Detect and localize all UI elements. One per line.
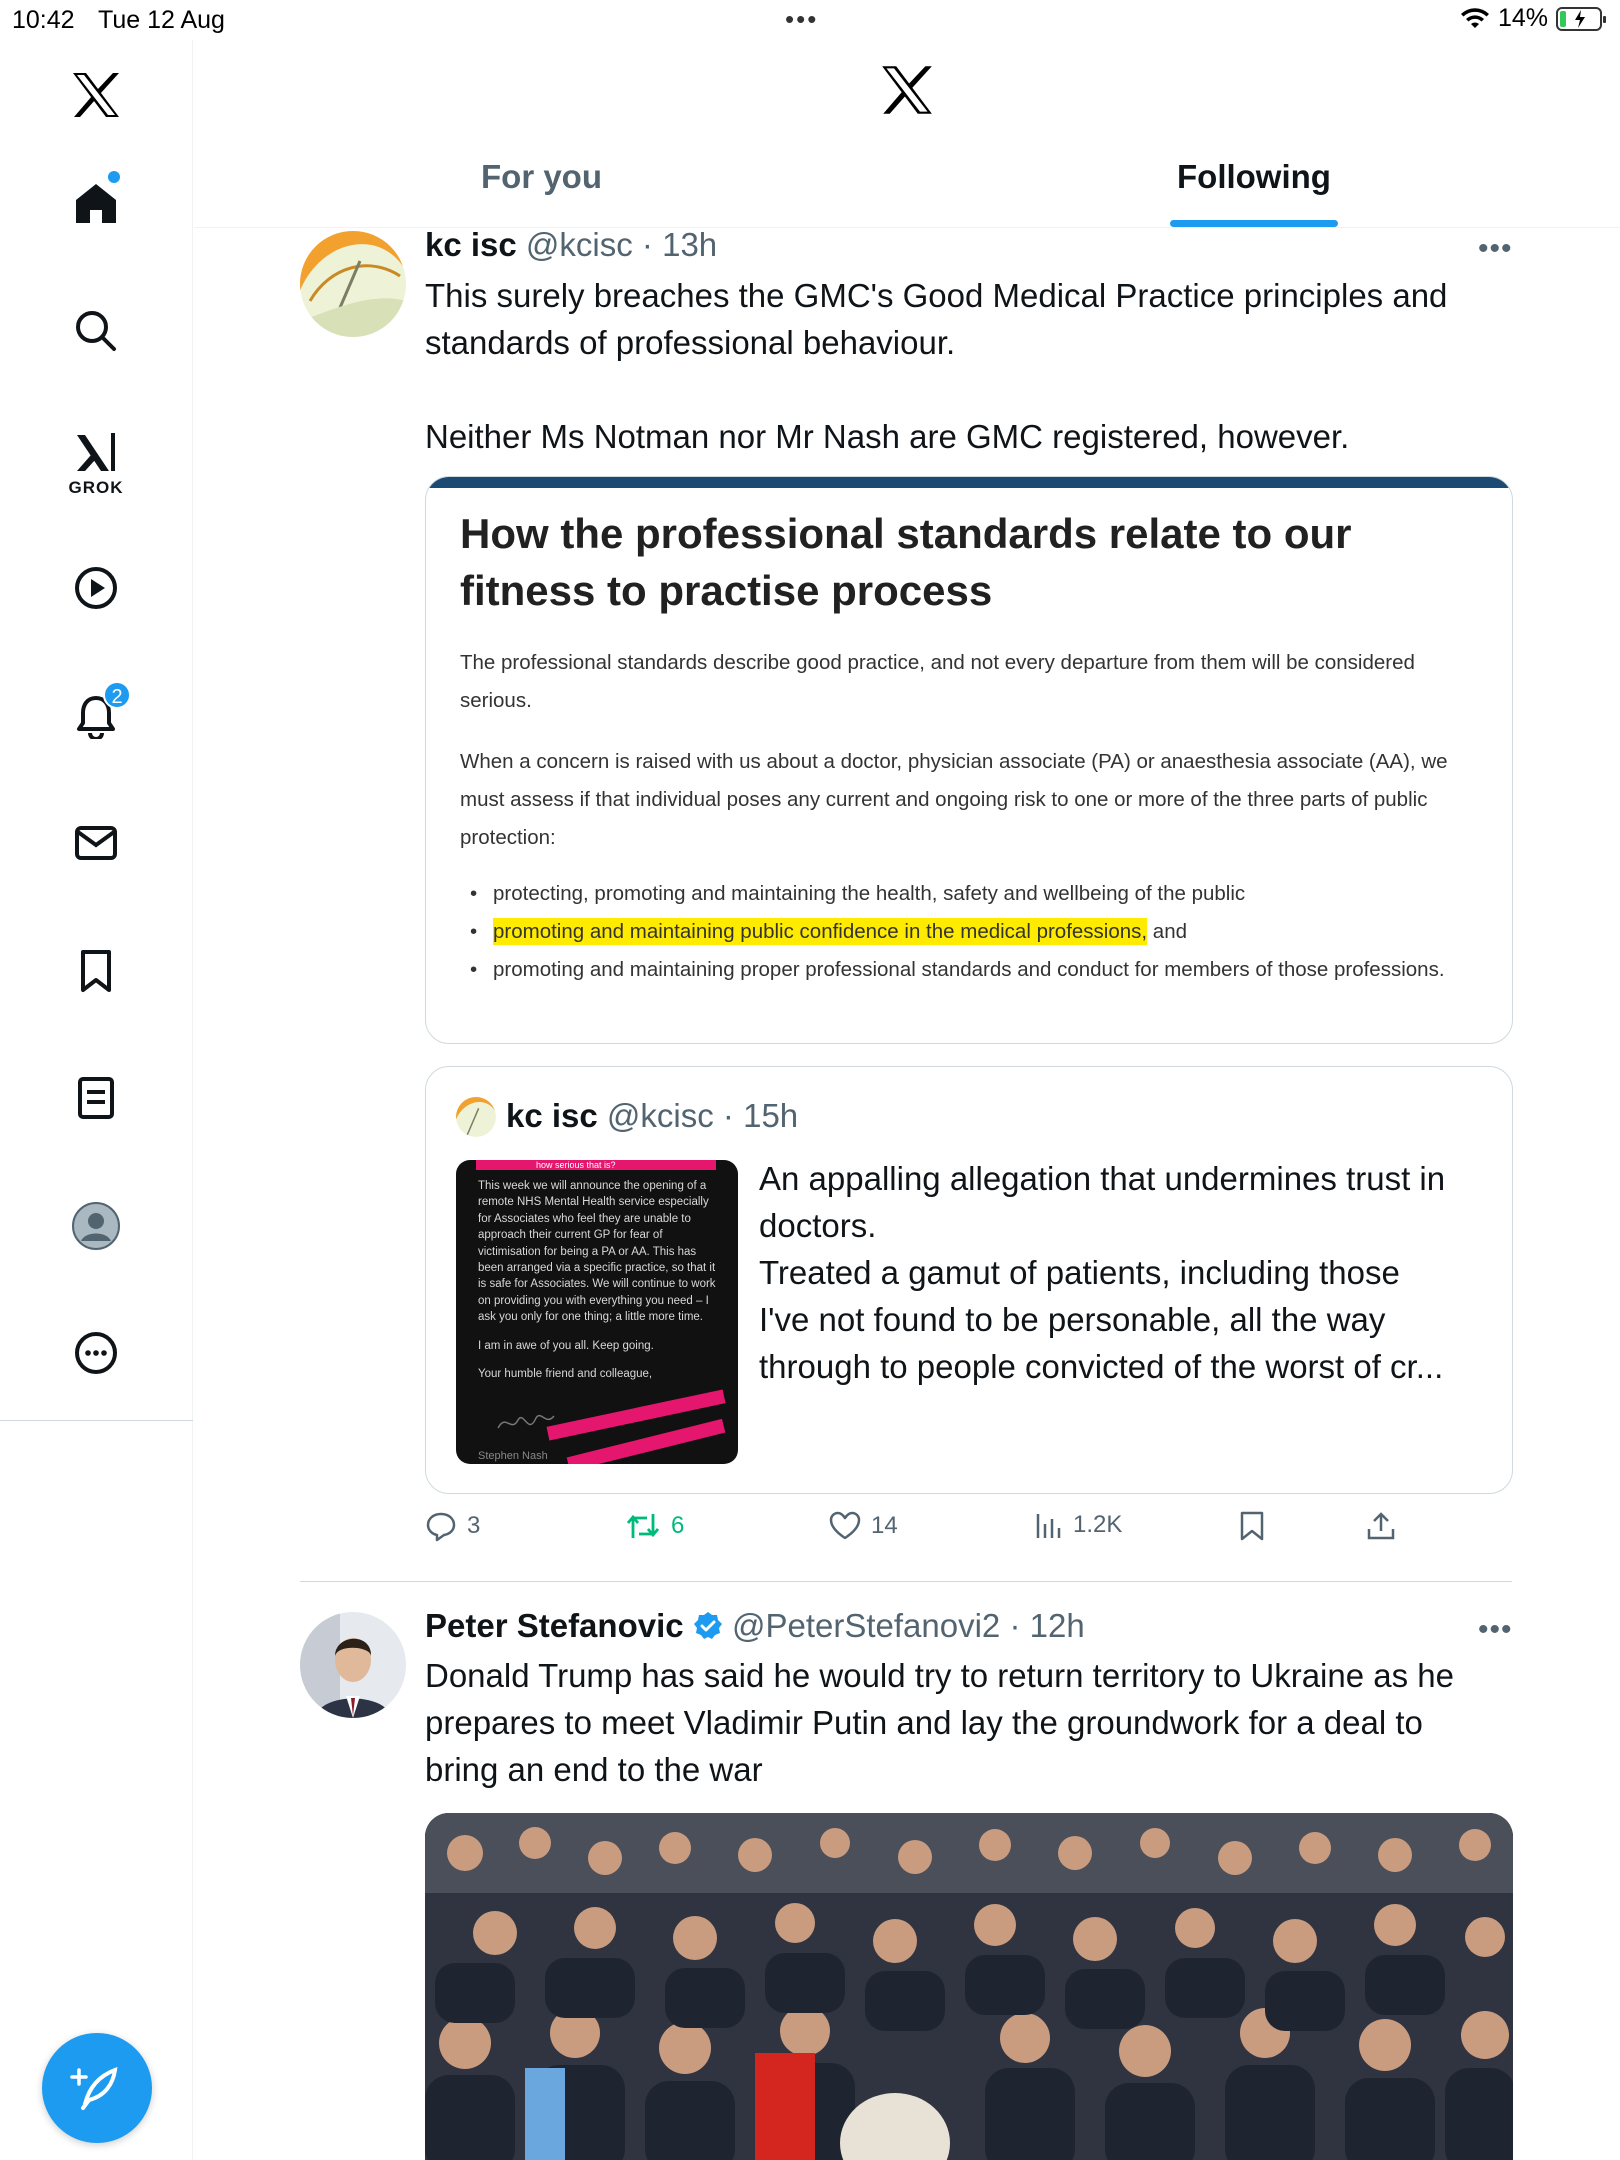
- heart-icon: [829, 1511, 861, 1540]
- messages-icon[interactable]: [63, 810, 129, 876]
- tab-following[interactable]: Following: [1177, 158, 1331, 196]
- post-text: Donald Trump has said he would try to re…: [425, 1657, 1454, 1788]
- post-photo[interactable]: [425, 1813, 1513, 2160]
- attached-image-card[interactable]: How the professional standards relate to…: [425, 476, 1513, 1044]
- author-handle[interactable]: @kcisc: [526, 226, 633, 263]
- quote-image-signoff: Stephen Nash: [478, 1450, 548, 1462]
- grok-label: GROK: [68, 478, 124, 497]
- sidebar: GROK 2: [0, 40, 193, 2160]
- search-icon[interactable]: [63, 298, 129, 364]
- views-button[interactable]: 1.2K: [1033, 1510, 1122, 1540]
- card-bullet: promoting and maintaining public confide…: [460, 913, 1480, 951]
- card-paragraph: When a concern is raised with us about a…: [460, 750, 1448, 849]
- avatar[interactable]: [300, 1612, 406, 1718]
- battery-percent: 14%: [1497, 4, 1548, 32]
- reply-icon: [426, 1512, 456, 1542]
- card-heading: How the professional standards relate to…: [460, 510, 1352, 614]
- share-icon: [1367, 1512, 1395, 1540]
- bookmark-icon: [1240, 1511, 1264, 1541]
- x-logo-icon[interactable]: [63, 62, 129, 128]
- post-more-icon[interactable]: •••: [1478, 1613, 1513, 1647]
- post-header: Peter Stefanovic @PeterStefanovi2 · 12h: [425, 1607, 1085, 1644]
- notifications-icon[interactable]: 2: [63, 681, 131, 749]
- press-room-photo: [425, 1813, 1513, 2160]
- status-right: 14%: [1460, 4, 1606, 33]
- quote-image-caption: how serious that is?: [536, 1160, 616, 1170]
- post-text: This surely breaches the GMC's Good Medi…: [425, 277, 1448, 455]
- views-icon: [1036, 1514, 1061, 1538]
- like-count: 14: [871, 1512, 898, 1539]
- status-bar: 10:42 Tue 12 Aug ••• 14%: [0, 0, 1620, 40]
- post-time[interactable]: 12h: [1030, 1607, 1085, 1644]
- quote-avatar: [456, 1097, 496, 1137]
- card-bullet: promoting and maintaining proper profess…: [460, 951, 1480, 989]
- active-tab-indicator: [1170, 220, 1338, 227]
- tab-for-you[interactable]: For you: [481, 158, 602, 196]
- card-bullet: protecting, promoting and maintaining th…: [460, 875, 1480, 913]
- compose-button[interactable]: [42, 2033, 152, 2143]
- quote-author-handle: @kcisc: [606, 1097, 714, 1134]
- reply-count: 3: [467, 1512, 481, 1539]
- author-name[interactable]: kc isc: [425, 226, 517, 263]
- avatar[interactable]: [300, 231, 406, 337]
- bookmarks-icon[interactable]: [63, 938, 129, 1004]
- timeline-header: For you Following: [194, 40, 1620, 228]
- notifications-badge: 2: [103, 681, 131, 709]
- status-date: Tue 12 Aug: [98, 6, 225, 34]
- status-time: 10:42: [12, 6, 75, 34]
- quoted-post[interactable]: kc isc @kcisc · 15h how serious that is?…: [425, 1066, 1513, 1494]
- x-logo-icon: [880, 64, 934, 121]
- views-count: 1.2K: [1073, 1511, 1123, 1538]
- card-bullet-list: protecting, promoting and maintaining th…: [460, 875, 1480, 989]
- home-icon[interactable]: [63, 170, 129, 236]
- compose-icon: [70, 2066, 118, 2110]
- author-name[interactable]: Peter Stefanovic: [425, 1607, 684, 1644]
- wifi-icon: [1460, 7, 1489, 28]
- bookmark-button[interactable]: [1237, 1510, 1267, 1542]
- multitask-dots-icon[interactable]: •••: [785, 4, 818, 35]
- grok-icon[interactable]: [63, 420, 129, 486]
- profile-icon[interactable]: [63, 1193, 129, 1259]
- repost-icon: [626, 1514, 660, 1538]
- post-divider: [300, 1581, 1512, 1582]
- quote-text: An appalling allegation that undermines …: [759, 1160, 1446, 1385]
- battery-icon: [1556, 6, 1606, 31]
- quote-author-name: kc isc: [506, 1097, 598, 1134]
- highlighted-text: promoting and maintaining public confide…: [493, 918, 1148, 945]
- sidebar-divider: [0, 1420, 193, 1421]
- more-icon[interactable]: [63, 1320, 129, 1386]
- author-handle[interactable]: @PeterStefanovi2: [732, 1607, 1000, 1644]
- share-button[interactable]: [1365, 1510, 1397, 1542]
- post-more-icon[interactable]: •••: [1478, 232, 1513, 266]
- reply-button[interactable]: 3: [425, 1510, 480, 1542]
- verified-badge-icon: [693, 1612, 722, 1639]
- quote-image-text: This week we will announce the opening o…: [478, 1180, 716, 1381]
- post-actions: 3 6 14 1.2K: [425, 1510, 1513, 1560]
- post-header: kc isc @kcisc · 13h: [425, 226, 718, 263]
- repost-count: 6: [671, 1512, 685, 1539]
- card-paragraph: The professional standards describe good…: [460, 651, 1415, 712]
- like-button[interactable]: 14: [829, 1510, 898, 1542]
- repost-button[interactable]: 6: [625, 1510, 684, 1542]
- post-time[interactable]: 13h: [662, 226, 717, 263]
- card-top-bar: [426, 477, 1512, 488]
- lists-icon[interactable]: [63, 1065, 129, 1131]
- quote-time: 15h: [743, 1097, 799, 1134]
- home-notification-dot: [108, 171, 120, 183]
- quote-header: kc isc @kcisc · 15h: [506, 1097, 799, 1134]
- video-icon[interactable]: [63, 555, 129, 621]
- quote-image[interactable]: how serious that is? This week we will a…: [456, 1160, 738, 1464]
